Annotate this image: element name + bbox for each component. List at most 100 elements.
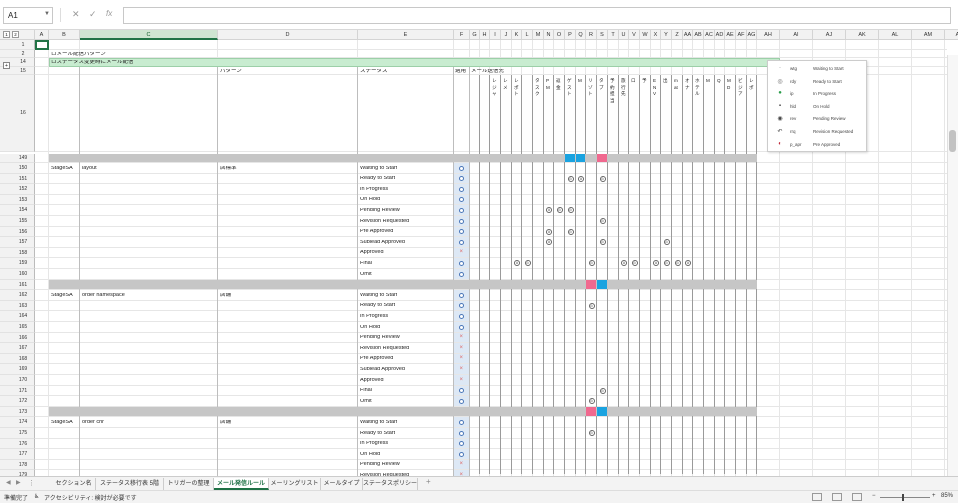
zoom-slider[interactable]	[880, 497, 930, 498]
column-header-z[interactable]: Z	[672, 30, 683, 40]
function-icon[interactable]: fx	[106, 9, 112, 18]
sheet-tab[interactable]: メール発信ルール	[214, 478, 269, 490]
row-header[interactable]: 163	[0, 300, 35, 312]
column-header-ad[interactable]: AD	[715, 30, 725, 40]
page-break-view-icon[interactable]	[852, 493, 862, 501]
row-header[interactable]: 157	[0, 237, 35, 248]
tab-next-icon[interactable]: ▶	[16, 479, 21, 486]
column-header-b[interactable]: B	[49, 30, 80, 40]
column-header-t[interactable]: T	[608, 30, 619, 40]
row-header[interactable]: 167	[0, 343, 35, 354]
column-header-ai[interactable]: AI	[780, 30, 813, 40]
column-header-f[interactable]: F	[454, 30, 470, 40]
group-level-button[interactable]: 1	[3, 31, 10, 38]
column-header-g[interactable]: G	[470, 30, 480, 40]
column-header-j[interactable]: J	[501, 30, 512, 40]
row-header[interactable]: 176	[0, 438, 35, 450]
column-header-ab[interactable]: AB	[693, 30, 704, 40]
row-header[interactable]: 153	[0, 194, 35, 206]
column-header-ac[interactable]: AC	[704, 30, 715, 40]
row-header[interactable]: 174	[0, 417, 35, 428]
row-header[interactable]: 170	[0, 375, 35, 386]
add-sheet-icon[interactable]: +	[426, 477, 431, 486]
column-header-aj[interactable]: AJ	[813, 30, 846, 40]
row-header[interactable]: 166	[0, 332, 35, 344]
sheet-tab[interactable]: メーリングリスト	[269, 478, 321, 490]
group-collapse-button[interactable]: +	[3, 62, 10, 69]
row-header[interactable]: 151	[0, 173, 35, 185]
selected-cell-a1[interactable]	[35, 40, 49, 50]
row-header[interactable]: 149	[0, 154, 35, 163]
column-header-c[interactable]: C	[80, 30, 218, 40]
row-header[interactable]: 159	[0, 258, 35, 269]
column-header-af[interactable]: AF	[736, 30, 747, 40]
page-layout-icon[interactable]	[832, 493, 842, 501]
column-header-d[interactable]: D	[218, 30, 358, 40]
sheet-tab[interactable]: メールタイプ	[321, 478, 363, 490]
sheet-tab[interactable]: ステータスポリシー	[363, 478, 418, 490]
row-header[interactable]: 172	[0, 396, 35, 407]
tab-prev-icon[interactable]: ◀	[6, 479, 11, 486]
row-header[interactable]: 2	[0, 50, 35, 58]
row-header[interactable]: 162	[0, 290, 35, 301]
column-header-a[interactable]: A	[35, 30, 49, 40]
row-header[interactable]: 173	[0, 406, 35, 418]
column-header-an[interactable]: AN	[945, 30, 958, 40]
column-header-l[interactable]: L	[522, 30, 533, 40]
row-header[interactable]: 161	[0, 279, 35, 291]
row-header[interactable]: 164	[0, 311, 35, 322]
column-header-i[interactable]: I	[490, 30, 501, 40]
normal-view-icon[interactable]	[812, 493, 822, 501]
row-header[interactable]: 165	[0, 322, 35, 333]
column-header-aa[interactable]: AA	[683, 30, 693, 40]
row-header[interactable]: 16	[0, 75, 35, 152]
column-header-r[interactable]: R	[586, 30, 597, 40]
row-header[interactable]: 158	[0, 247, 35, 259]
column-header-p[interactable]: P	[565, 30, 576, 40]
row-header[interactable]: 155	[0, 216, 35, 227]
column-header-k[interactable]: K	[512, 30, 522, 40]
zoom-level[interactable]: 85%	[941, 493, 953, 499]
enter-icon[interactable]: ✓	[89, 9, 97, 20]
zoom-out-button[interactable]: −	[872, 493, 876, 499]
zoom-slider-thumb[interactable]	[902, 494, 904, 501]
column-header-m[interactable]: M	[533, 30, 544, 40]
cancel-icon[interactable]: ✕	[72, 9, 80, 20]
accessibility-status[interactable]: アクセシビリティ: 検討が必要です	[44, 493, 137, 502]
column-header-q[interactable]: Q	[576, 30, 586, 40]
column-header-x[interactable]: X	[651, 30, 661, 40]
row-header[interactable]: 156	[0, 226, 35, 238]
column-header-ah[interactable]: AH	[757, 30, 780, 40]
row-header[interactable]: 150	[0, 163, 35, 174]
scrollbar-thumb[interactable]	[949, 130, 956, 152]
row-header[interactable]: 177	[0, 449, 35, 460]
row-header[interactable]: 171	[0, 385, 35, 397]
row-header[interactable]: 169	[0, 364, 35, 375]
accessibility-icon[interactable]: ♿	[34, 493, 39, 500]
sheet-tab[interactable]: ステータス移行表 5階	[96, 478, 164, 490]
sheet-tab[interactable]: トリガーの整理	[164, 478, 214, 490]
column-header-s[interactable]: S	[597, 30, 608, 40]
row-header[interactable]: 175	[0, 428, 35, 439]
column-header-o[interactable]: O	[554, 30, 565, 40]
sheet-tab[interactable]: セクション名	[52, 478, 96, 490]
row-header[interactable]: 1	[0, 40, 35, 50]
vertical-scrollbar[interactable]	[947, 55, 958, 476]
column-header-n[interactable]: N	[544, 30, 554, 40]
column-header-ae[interactable]: AE	[725, 30, 736, 40]
formula-input[interactable]	[123, 7, 951, 24]
row-header[interactable]: 168	[0, 353, 35, 365]
group-level-button[interactable]: 2	[12, 31, 19, 38]
tab-more-icon[interactable]: ⋮	[28, 479, 35, 487]
column-header-ag[interactable]: AG	[747, 30, 757, 40]
zoom-in-button[interactable]: +	[932, 493, 936, 499]
row-header[interactable]: 178	[0, 459, 35, 471]
column-header-w[interactable]: W	[640, 30, 651, 40]
column-header-v[interactable]: V	[629, 30, 640, 40]
column-header-al[interactable]: AL	[879, 30, 912, 40]
chevron-down-icon[interactable]: ▼	[44, 11, 50, 17]
column-header-am[interactable]: AM	[912, 30, 945, 40]
column-header-h[interactable]: H	[480, 30, 490, 40]
column-header-e[interactable]: E	[358, 30, 454, 40]
row-header[interactable]: 154	[0, 205, 35, 216]
